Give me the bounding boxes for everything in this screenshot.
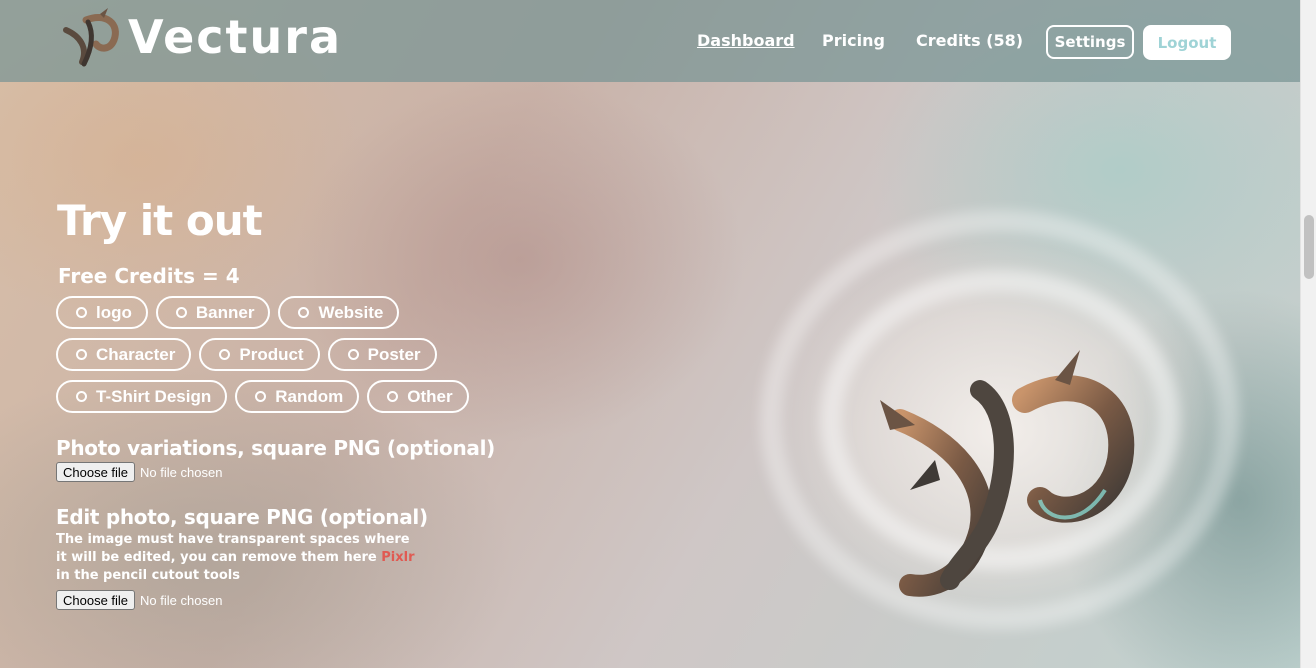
help-text-part: The image must have transparent spaces w… — [56, 532, 410, 565]
radio-unchecked-icon[interactable] — [76, 307, 87, 318]
category-option-poster[interactable]: Poster — [327, 338, 437, 371]
nav-pricing[interactable]: Pricing — [822, 31, 885, 50]
radio-unchecked-icon[interactable] — [76, 349, 87, 360]
category-row: logo Banner Website — [56, 296, 516, 329]
logout-button[interactable]: Logout — [1143, 25, 1231, 60]
settings-button[interactable]: Settings — [1046, 25, 1134, 59]
category-option-logo[interactable]: logo — [56, 296, 148, 329]
edit-photo-help-text: The image must have transparent spaces w… — [56, 531, 416, 585]
radio-unchecked-icon[interactable] — [175, 307, 187, 318]
top-navbar: Vectura Dashboard Pricing Credits (58) S… — [0, 0, 1300, 82]
hero-logo-artwork — [880, 350, 1135, 597]
category-option-banner[interactable]: Banner — [155, 296, 271, 329]
nav-dashboard[interactable]: Dashboard — [697, 31, 795, 50]
radio-unchecked-icon[interactable] — [219, 349, 231, 360]
photo-variations-file-input[interactable]: Choose file No file chosen — [56, 462, 222, 482]
category-option-character[interactable]: Character — [56, 338, 192, 371]
file-status-text: No file chosen — [140, 592, 223, 608]
category-selector: logo Banner Website Character Product Po… — [56, 296, 516, 422]
category-label: logo — [96, 302, 132, 322]
radio-unchecked-icon[interactable] — [298, 307, 310, 318]
radio-unchecked-icon[interactable] — [387, 391, 399, 402]
free-credits-label: Free Credits = 4 — [58, 264, 240, 288]
category-option-other[interactable]: Other — [367, 380, 469, 413]
radio-unchecked-icon[interactable] — [255, 391, 267, 402]
edit-photo-title: Edit photo, square PNG (optional) — [56, 505, 428, 529]
photo-variations-title: Photo variations, square PNG (optional) — [56, 436, 496, 460]
category-label: Other — [407, 386, 453, 406]
choose-file-button[interactable]: Choose file — [56, 462, 136, 482]
help-text-part: in the pencil cutout tools — [56, 568, 240, 583]
category-label: T-Shirt Design — [96, 386, 212, 406]
category-row: T-Shirt Design Random Other — [56, 380, 516, 413]
category-option-product[interactable]: Product — [199, 338, 320, 371]
category-label: Product — [239, 344, 304, 364]
category-label: Random — [275, 386, 344, 406]
category-label: Website — [318, 302, 384, 322]
radio-unchecked-icon[interactable] — [347, 349, 359, 360]
nav-credits[interactable]: Credits (58) — [916, 31, 1023, 50]
category-label: Poster — [367, 344, 421, 364]
vertical-scrollbar[interactable] — [1300, 0, 1316, 668]
scrollbar-thumb[interactable] — [1304, 215, 1314, 279]
category-label: Banner — [195, 302, 255, 322]
category-label: Character — [96, 344, 176, 364]
edit-photo-file-input[interactable]: Choose file No file chosen — [56, 590, 222, 610]
category-option-website[interactable]: Website — [278, 296, 400, 329]
radio-unchecked-icon[interactable] — [76, 391, 87, 402]
category-option-tshirt-design[interactable]: T-Shirt Design — [56, 380, 228, 413]
vectura-logo-icon[interactable] — [56, 8, 122, 70]
page-title: Try it out — [57, 196, 263, 245]
category-option-random[interactable]: Random — [235, 380, 360, 413]
file-status-text: No file chosen — [140, 464, 223, 480]
category-row: Character Product Poster — [56, 338, 516, 371]
brand-name[interactable]: Vectura — [128, 10, 342, 64]
pixlr-link[interactable]: Pixlr — [381, 550, 414, 565]
choose-file-button[interactable]: Choose file — [56, 590, 136, 610]
